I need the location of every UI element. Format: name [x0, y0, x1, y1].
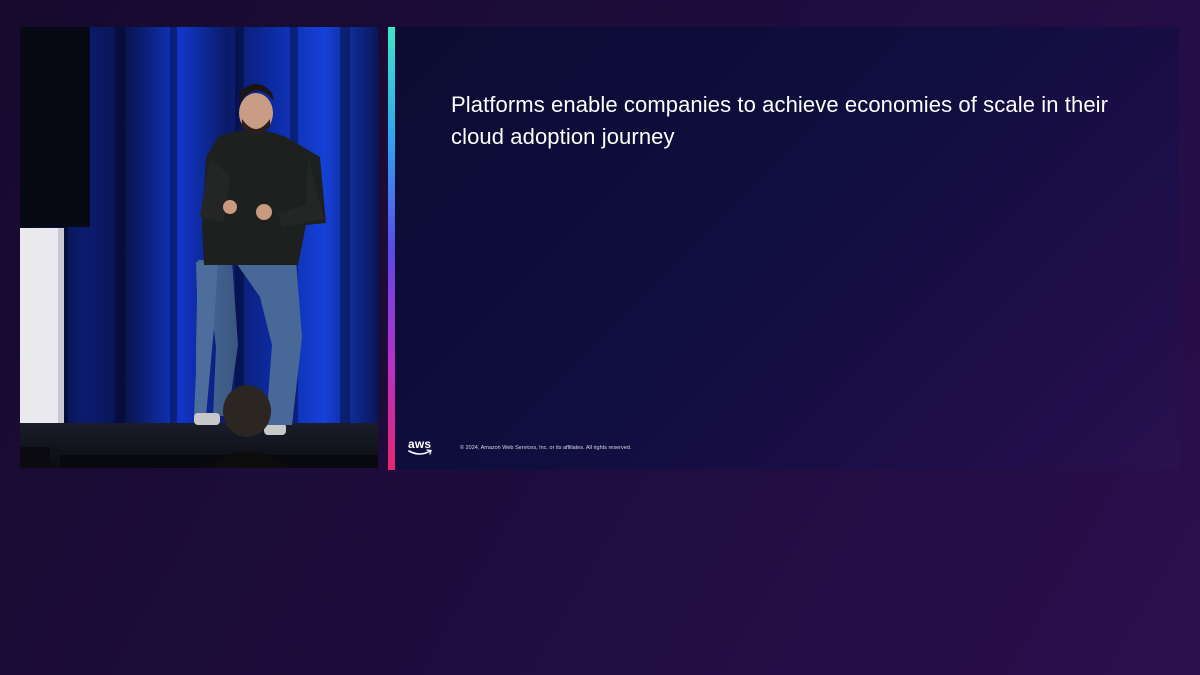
aws-smile-icon	[408, 449, 432, 455]
presentation-stage: Platforms enable companies to achieve ec…	[0, 0, 1200, 675]
speaker-video	[20, 27, 378, 468]
copyright-text: © 2024, Amazon Web Services, Inc. or its…	[460, 445, 632, 451]
slide-title: Platforms enable companies to achieve ec…	[451, 92, 1109, 149]
speaker-video-icon	[20, 27, 378, 468]
slide-footer: aws © 2024, Amazon Web Services, Inc. or…	[408, 438, 631, 458]
aws-logo-icon: aws	[408, 438, 434, 458]
accent-bar	[388, 27, 395, 470]
presentation-slide: Platforms enable companies to achieve ec…	[395, 27, 1179, 470]
